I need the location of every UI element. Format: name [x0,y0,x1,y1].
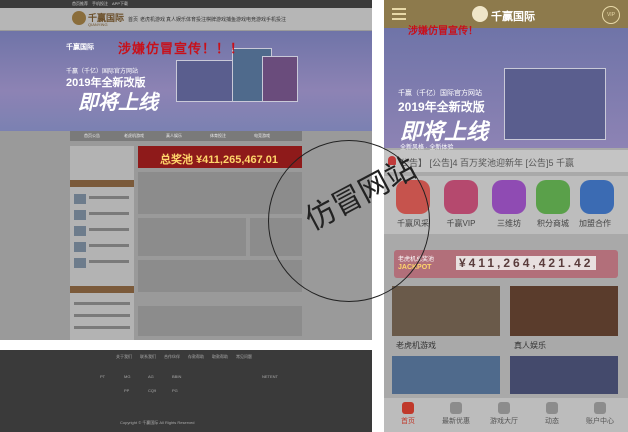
provider-logo: NETENT [262,374,278,379]
hamburger-menu-icon[interactable] [392,8,406,10]
tab-label: 首页 [401,418,415,425]
subnav-item[interactable]: 真人娱乐 [166,133,182,139]
subnav-item[interactable]: 体育投注 [210,133,226,139]
desktop-topbar: 首页推荐 手机投注 APP下载 [0,0,372,8]
mobile-hero-year: 2019年全新改版 [398,100,485,114]
sidebar-item[interactable] [74,312,130,322]
game-label: 老虎机游戏 [396,341,436,350]
copyright: Copyright © 千赢国际 All Rights Reserved [120,420,195,425]
gift-icon [450,402,462,414]
counterfeit-warning: 涉嫌仿冒宣传！！！ [118,41,245,56]
brand-sub: QIANYING [88,22,108,27]
live-game-card[interactable] [510,286,618,336]
game-label: 真人娱乐 [514,341,546,350]
sidebar-item[interactable] [74,258,130,268]
desktop-footer: 关于我们 联系我们 合作伙伴 存款帮助 取款帮助 常见问题 PT MG AG B… [0,350,372,432]
footer-link[interactable]: 关于我们 [116,354,132,360]
nav-item[interactable]: 体育投注 [186,16,206,23]
hero-headline: 即将上线 [78,92,158,114]
vip-crown-icon[interactable] [444,180,478,214]
home-icon [402,402,414,414]
sidebar-header [70,180,134,187]
mobile-hero-screenshot [504,68,606,140]
slot-game-strip[interactable] [138,306,302,336]
sidebar-item[interactable] [74,194,130,204]
user-icon [594,402,606,414]
game-card[interactable] [510,356,618,394]
nav-item[interactable]: 老虎机游戏 [140,16,165,23]
topbar-link[interactable]: 首页推荐 [72,1,88,7]
tab-label: 游戏大厅 [490,418,518,425]
tab-label: 最新优惠 [442,418,470,425]
tab-label: 动态 [545,418,559,425]
mobile-brand-name[interactable]: 千赢国际 [491,8,535,24]
subnav-item[interactable]: 老虎机游戏 [124,133,144,139]
desktop-sidebar [70,146,134,340]
jackpot-value: ¥411,264,421.42 [456,256,597,270]
provider-logo: PP [124,388,130,393]
sidebar-item[interactable] [74,300,130,310]
nav-item[interactable]: 真人娱乐 [166,16,186,23]
provider-logo: BBIN [172,374,182,379]
tab-label: 账户中心 [586,418,614,425]
subnav-item[interactable]: 电竞游戏 [254,133,270,139]
hero-screenshot [262,56,298,102]
hero-brand: 千赢国际 [66,44,94,51]
tab-account[interactable]: 账户中心 [576,402,624,426]
tab-game-lobby[interactable]: 游戏大厅 [480,402,528,426]
feature-label: 千赢VIP [446,219,476,228]
brand-logo-icon[interactable] [472,6,488,22]
subnav-item[interactable]: 首页公告 [84,133,100,139]
tab-news[interactable]: 动态 [528,402,576,426]
vip-badge[interactable]: VIP [602,6,620,24]
jackpot-amount: 总奖池 ¥411,265,467.01 [160,154,279,166]
provider-logo: PT [100,374,106,379]
desktop-subnav: 首页公告 老虎机游戏 真人娱乐 体育投注 电竞游戏 [70,131,302,141]
provider-logo: MG [124,374,131,379]
footer-link[interactable]: 取款帮助 [212,354,228,360]
game-card[interactable] [392,356,500,394]
provider-logo: AG [148,374,154,379]
mobile-tabbar: 首页 最新优惠 游戏大厅 动态 账户中心 [384,398,628,432]
sidebar-header [70,286,134,293]
partner-icon[interactable] [580,180,614,214]
mobile-counterfeit-warning: 涉嫌仿冒宣传！ [408,26,478,37]
provider-logo: PG [172,388,178,393]
provider-logo: CQ9 [148,388,157,393]
footer-link[interactable]: 联系我们 [140,354,156,360]
nav-item[interactable]: 电竞游戏 [246,16,266,23]
shop-icon[interactable] [536,180,570,214]
sidebar-item[interactable] [74,210,130,220]
mobile-hero-banner[interactable]: 千赢（千亿）国际官方网站 2019年全新改版 即将上线 全新风格 · 全新体验 [384,28,628,151]
hero-screenshot [176,60,240,102]
tab-promotions[interactable]: 最新优惠 [432,402,480,426]
feature-label: 三维坊 [497,219,521,228]
footer-link[interactable]: 常见问题 [236,354,252,360]
notice-text: 公告】 [公告]4 百万奖池迎新年 [公告]5 千赢 [400,158,575,168]
news-icon [546,402,558,414]
slots-game-card[interactable] [392,286,500,336]
game-banner-live[interactable] [138,218,246,256]
sidebar-item[interactable] [74,226,130,236]
footer-link[interactable]: 合作伙伴 [164,354,180,360]
nav-item[interactable]: 棋牌游戏 [206,16,226,23]
sidebar-item[interactable] [74,242,130,252]
mobile-hero-sub: 千赢（千亿）国际官方网站 [398,90,482,97]
footer-link[interactable]: 存款帮助 [188,354,204,360]
tab-home[interactable]: 首页 [384,402,432,426]
topbar-link[interactable]: APP下载 [112,1,128,7]
nav-item[interactable]: 首页 [128,16,138,23]
feature-icon[interactable] [492,180,526,214]
gamepad-icon [498,402,510,414]
topbar-link[interactable]: 手机投注 [92,1,108,7]
feature-label: 加盟合作 [579,219,611,228]
brand-logo-icon[interactable] [72,11,86,25]
game-banner-fishing[interactable] [138,260,302,292]
nav-item[interactable]: 手机投注 [266,16,286,23]
mobile-jackpot[interactable]: 老虎机总奖池 JACKPOT ¥411,264,421.42 [394,250,618,278]
desktop-jackpot-banner[interactable]: 总奖池 ¥411,265,467.01 [138,146,302,168]
nav-item[interactable]: 捕鱼游戏 [226,16,246,23]
notice-bar[interactable]: 公告】 [公告]4 百万奖池迎新年 [公告]5 千赢 [384,150,628,172]
sidebar-item[interactable] [74,324,130,334]
